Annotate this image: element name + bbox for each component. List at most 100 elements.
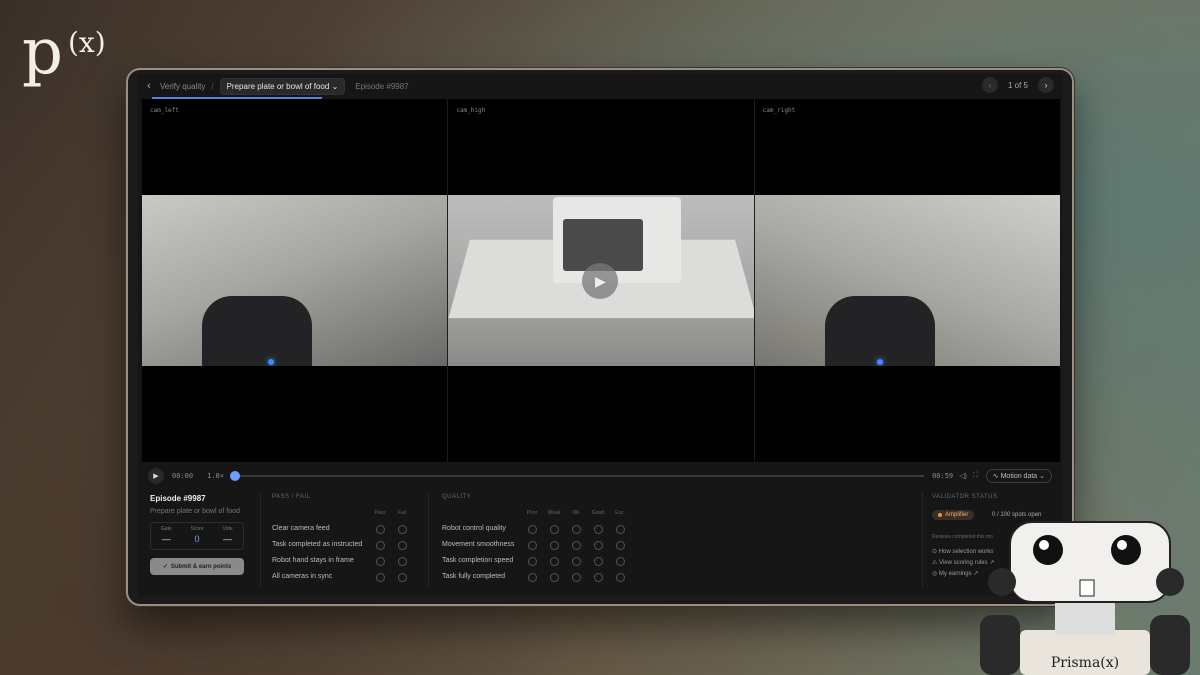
quality-row-label: Task completion speed <box>442 557 514 564</box>
camera-right[interactable]: cam_right <box>754 99 1060 462</box>
camera-frame <box>754 195 1060 366</box>
stat-label: Gate <box>160 526 172 532</box>
quality-row-label: Task fully completed <box>442 573 506 580</box>
link-earnings[interactable]: ◎ My earnings ↗ <box>932 570 978 577</box>
back-arrow-icon[interactable]: ‹ <box>138 80 160 92</box>
quality-radio[interactable] <box>572 525 581 534</box>
quality-radio[interactable] <box>528 573 537 582</box>
pass-fail-radio[interactable] <box>376 525 385 534</box>
status-led <box>268 359 274 365</box>
quality-radio[interactable] <box>572 541 581 550</box>
quality-heading: QUALITY <box>442 494 472 500</box>
quality-radio[interactable] <box>616 573 625 582</box>
quality-radio[interactable] <box>594 573 603 582</box>
pass-fail-row-label: Robot hand stays in frame <box>272 557 354 564</box>
player-controls: ▶ 00:00 1.0× 00:59 ◁) ⛶ ∿ Motion data ⌄ <box>142 466 1060 486</box>
pass-fail-radio[interactable] <box>376 541 385 550</box>
quality-radio[interactable] <box>594 541 603 550</box>
quality-row-label: Movement smoothness <box>442 541 515 548</box>
status-led <box>876 359 883 365</box>
quality-radio[interactable] <box>616 541 625 550</box>
stat-value: — <box>161 534 171 544</box>
quality-radio[interactable] <box>572 557 581 566</box>
episode-crumb: Episode #9987 <box>355 81 409 91</box>
next-page-icon[interactable]: › <box>1038 77 1054 93</box>
stat-score: Score 0 <box>182 523 213 549</box>
microwave-image <box>553 197 682 283</box>
brand-letter: p <box>22 15 63 89</box>
seek-thumb[interactable] <box>229 471 240 481</box>
spots-open: 0 / 100 spots open <box>992 512 1042 518</box>
seek-bar[interactable] <box>229 471 925 481</box>
camera-frame <box>142 195 448 366</box>
pass-fail-row-label: All cameras in sync <box>272 573 333 580</box>
motion-data-dropdown[interactable]: ∿ Motion data ⌄ <box>985 469 1052 483</box>
pass-fail-radio[interactable] <box>398 557 407 566</box>
stat-vote: Vote — <box>212 523 243 549</box>
col-good: Good <box>591 510 605 516</box>
pager-text: 1 of 5 <box>1007 80 1028 90</box>
col-weak: Weak <box>547 510 561 516</box>
robot-gripper <box>202 296 312 366</box>
quality-radio[interactable] <box>550 525 559 534</box>
stat-label: Score <box>190 526 204 532</box>
speed-selector[interactable]: 1.0× <box>207 472 224 480</box>
quality-radio[interactable] <box>528 541 537 550</box>
breadcrumb-separator: / <box>211 81 214 91</box>
camera-label: cam_high <box>456 107 486 114</box>
stat-value: — <box>223 534 233 544</box>
current-time: 00:00 <box>172 472 194 480</box>
quality-radio[interactable] <box>594 525 603 534</box>
pass-fail-row-label: Task completed as instructed <box>272 541 363 548</box>
camera-left[interactable]: cam_left <box>142 99 449 462</box>
episode-title: Episode #9987 <box>150 494 206 503</box>
camera-frame: ▶ <box>448 195 754 366</box>
pass-fail-radio[interactable] <box>398 573 407 582</box>
quality-radio[interactable] <box>616 557 625 566</box>
chevron-down-icon: ⌄ <box>331 81 339 91</box>
col-fail: Fail <box>397 510 407 516</box>
pass-fail-radio[interactable] <box>376 573 385 582</box>
camera-high[interactable]: cam_high ▶ <box>448 99 755 462</box>
task-selector-label: Prepare plate or bowl of food <box>226 81 330 91</box>
quality-radio[interactable] <box>616 525 625 534</box>
app-screen: ‹ Verify quality / Prepare plate or bowl… <box>138 74 1062 596</box>
pass-fail-heading: PASS / FAIL <box>272 494 311 500</box>
col-poor: Poor <box>526 510 538 516</box>
review-panel: Episode #9987 Prepare plate or bowl of f… <box>142 492 1060 592</box>
pass-fail-row-label: Clear camera feed <box>272 525 330 532</box>
episode-subtitle: Prepare plate or bowl of food <box>150 508 240 515</box>
quality-radio[interactable] <box>550 541 559 550</box>
fullscreen-icon[interactable]: ⛶ <box>973 472 978 480</box>
badge-label: Amplifier <box>945 512 969 518</box>
divider <box>428 492 429 587</box>
pass-fail-radio[interactable] <box>398 541 407 550</box>
divider <box>922 492 923 587</box>
quality-radio[interactable] <box>550 557 559 566</box>
quality-radio[interactable] <box>594 557 603 566</box>
divider <box>260 492 261 587</box>
quality-radio[interactable] <box>572 573 581 582</box>
quality-radio[interactable] <box>550 573 559 582</box>
pass-fail-radio[interactable] <box>398 525 407 534</box>
play-icon[interactable]: ▶ <box>148 468 164 484</box>
prev-page-icon[interactable]: ‹ <box>981 77 998 93</box>
link-label: My earnings ↗ <box>938 571 979 577</box>
task-selector[interactable]: Prepare plate or bowl of food ⌄ <box>219 77 346 95</box>
volume-icon[interactable]: ◁) <box>959 472 967 480</box>
col-pass: Pass <box>374 510 386 516</box>
stat-value: 0 <box>194 534 200 544</box>
pass-fail-radio[interactable] <box>376 557 385 566</box>
quality-radio[interactable] <box>528 557 537 566</box>
robot-mascot: Prisma(x) <box>980 521 1190 675</box>
episode-stats: Gate — Score 0 Vote — <box>150 522 244 550</box>
brand-logo: p (x) <box>22 20 106 84</box>
robot-gripper <box>824 296 935 366</box>
breadcrumb-verify-quality[interactable]: Verify quality <box>160 82 205 91</box>
stat-label: Vote <box>222 526 233 532</box>
stat-gate: Gate — <box>151 523 182 549</box>
submit-button[interactable]: ✓ Submit & earn points <box>150 558 244 575</box>
top-bar: ‹ Verify quality / Prepare plate or bowl… <box>138 74 1062 99</box>
quality-radio[interactable] <box>528 525 537 534</box>
brand-superscript: (x) <box>68 26 106 59</box>
